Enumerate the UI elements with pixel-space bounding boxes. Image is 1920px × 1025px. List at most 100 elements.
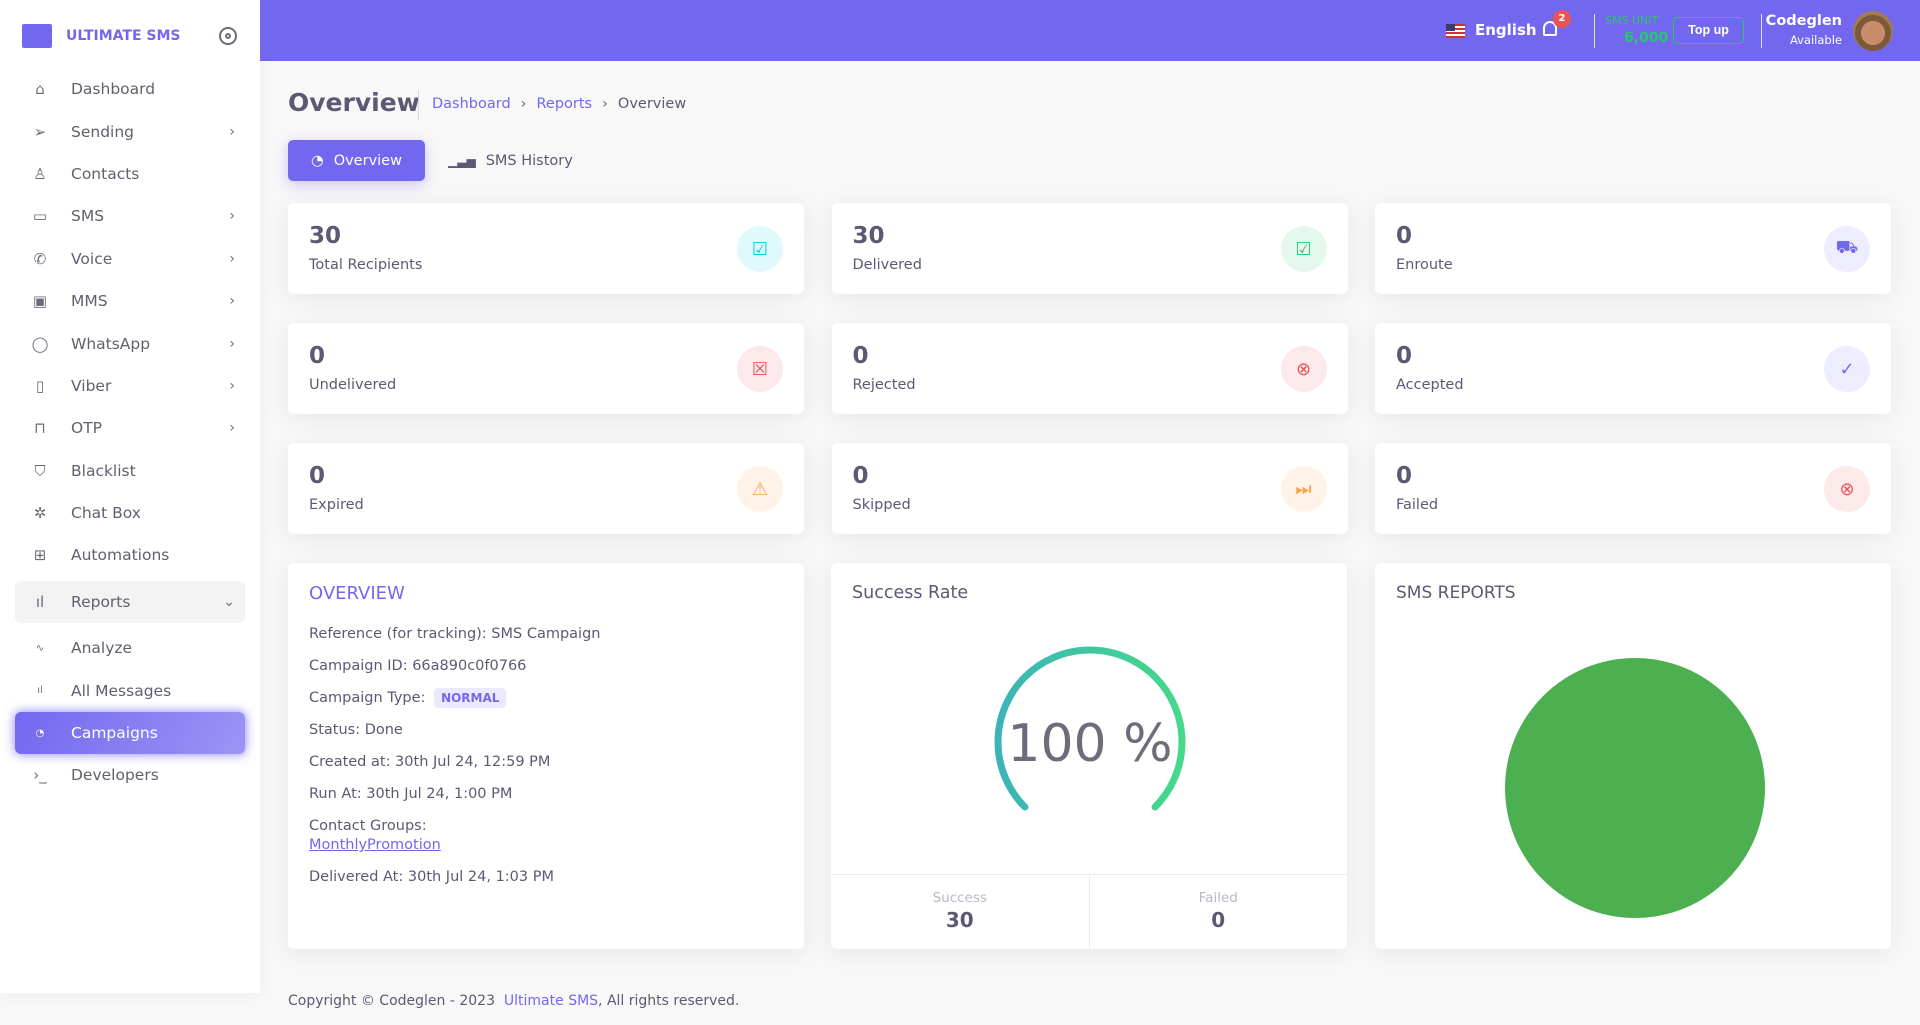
sidebar-item-viber[interactable]: ▯ Viber › — [15, 365, 245, 407]
chevron-right-icon: › — [229, 377, 235, 394]
sms-unit-value: 6,000 — [1624, 30, 1669, 46]
stat-value: 0 — [1396, 343, 1413, 369]
smartphone-icon: ▯ — [35, 376, 45, 395]
stat-card-failed: 0 Failed ⊗ — [1375, 443, 1891, 534]
message-square-icon: ▭ — [32, 207, 48, 226]
stat-card-rejected: 0 Rejected ⊗ — [831, 323, 1348, 414]
sidebar-item-developers[interactable]: ›_ Developers — [15, 754, 245, 796]
sms-reports-pie-slice[interactable] — [1505, 658, 1765, 918]
stat-card-expired: 0 Expired ⚠ — [288, 443, 804, 534]
sidebar-item-chat-box[interactable]: ✲ Chat Box — [15, 492, 245, 534]
top-up-button[interactable]: Top up — [1673, 17, 1744, 44]
sidebar-item-whatsapp[interactable]: ◯ WhatsApp › — [15, 322, 245, 364]
sidebar-nav: ⌂ Dashboard ➢ Sending › ♙ Contacts ▭ SMS › ✆ Voice ›… — [15, 68, 245, 797]
user-icon: ♙ — [33, 164, 47, 183]
sidebar-item-otp[interactable]: ⊓ OTP › — [15, 407, 245, 449]
stat-card-delivered: 30 Delivered ☑ — [831, 203, 1348, 294]
sidebar-item-contacts[interactable]: ♙ Contacts — [15, 153, 245, 195]
language-selector[interactable]: English — [1475, 21, 1537, 39]
brand-logo-icon — [22, 24, 52, 48]
user-name[interactable]: Codeglen — [1766, 13, 1842, 29]
cpu-icon: ⊞ — [33, 546, 47, 565]
sidebar-item-label: SMS — [71, 207, 105, 226]
chevron-right-icon: › — [520, 96, 527, 112]
breadcrumb-reports[interactable]: Reports — [536, 96, 592, 112]
tab-sms-history[interactable]: ▁▃▅ SMS History — [448, 140, 573, 181]
sidebar-item-label: MMS — [71, 292, 108, 311]
stat-card-total-recipients: 30 Total Recipients ☑ — [288, 203, 804, 294]
divider — [1761, 14, 1762, 48]
sms-reports-title: SMS REPORTS — [1396, 583, 1516, 603]
home-icon: ⌂ — [35, 80, 45, 99]
success-rate-gauge: 100 % — [994, 646, 1186, 811]
brand-name: ULTIMATE SMS — [66, 28, 181, 44]
chevron-right-icon: › — [229, 420, 235, 437]
phone-call-icon: ✆ — [33, 249, 47, 268]
gauge-percent: 100 % — [1007, 714, 1172, 774]
send-icon: ➢ — [33, 122, 47, 141]
divider — [418, 90, 419, 120]
sidebar-toggle-icon[interactable] — [219, 27, 237, 45]
sidebar-item-mms[interactable]: ▣ MMS › — [15, 280, 245, 322]
stat-label: Total Recipients — [309, 257, 423, 273]
tab-label: Overview — [333, 152, 402, 169]
sidebar-item-all-messages[interactable]: ıl All Messages — [15, 669, 245, 711]
sidebar-item-campaigns[interactable]: ◔ Campaigns — [15, 711, 245, 755]
x-circle-icon: ⊗ — [1280, 346, 1327, 392]
footer-suffix: , All rights reserved. — [598, 993, 740, 1009]
stat-label: Delivered — [852, 257, 922, 273]
avatar[interactable] — [1853, 11, 1893, 51]
tab-overview[interactable]: ◔ Overview — [288, 140, 425, 181]
overview-title: OVERVIEW — [309, 583, 405, 604]
chevron-right-icon: › — [229, 123, 235, 140]
x-circle-icon: ⊗ — [1824, 466, 1870, 512]
bar-chart-icon: ▁▃▅ — [448, 153, 476, 168]
brand[interactable]: ULTIMATE SMS — [22, 24, 181, 48]
skip-forward-icon: ⏭ — [1280, 466, 1327, 512]
message-circle-icon: ◯ — [31, 334, 49, 353]
stat-label: Undelivered — [309, 377, 397, 393]
sidebar-item-sms[interactable]: ▭ SMS › — [15, 195, 245, 237]
campaign-id: Campaign ID: 66a890c0f0766 — [309, 658, 527, 674]
stat-card-accepted: 0 Accepted ✓ — [1375, 323, 1891, 414]
campaign-type-badge: NORMAL — [434, 688, 507, 708]
success-label: Success — [932, 890, 987, 906]
stat-label: Failed — [1396, 497, 1439, 513]
stat-label: Expired — [309, 497, 364, 513]
stat-card-skipped: 0 Skipped ⏭ — [831, 443, 1348, 534]
sidebar-item-automations[interactable]: ⊞ Automations — [15, 534, 245, 576]
sidebar-item-label: Contacts — [71, 164, 140, 183]
check-circle-icon: ✓ — [1824, 346, 1870, 392]
sidebar-item-label: Automations — [71, 546, 170, 565]
copyright: Copyright © Codeglen - 2023 — [288, 993, 495, 1009]
chevron-right-icon: › — [229, 250, 235, 267]
created-at: Created at: 30th Jul 24, 12:59 PM — [309, 754, 551, 770]
contact-group-link[interactable]: MonthlyPromotion — [309, 837, 441, 853]
sidebar-item-label: Voice — [71, 249, 113, 268]
sidebar-item-blacklist[interactable]: ⛉ Blacklist — [15, 450, 245, 492]
failed-label: Failed — [1198, 890, 1238, 906]
stat-value: 0 — [852, 463, 869, 489]
bar-chart-icon: ıl — [35, 592, 45, 611]
sidebar-item-analyze[interactable]: ∿ Analyze — [15, 627, 245, 669]
sidebar-item-dashboard[interactable]: ⌂ Dashboard — [15, 68, 245, 110]
chevron-right-icon: › — [229, 293, 235, 310]
topbar — [260, 0, 1920, 61]
sms-reports-card: SMS REPORTS — [1375, 563, 1891, 949]
x-square-icon: ☒ — [737, 346, 783, 392]
sidebar-item-label: Dashboard — [71, 80, 156, 99]
truck-icon: ⛟ — [1824, 226, 1870, 272]
chevron-right-icon: › — [229, 208, 235, 225]
sidebar-item-reports[interactable]: ıl Reports ⌄ — [15, 580, 245, 624]
sidebar-item-label: Campaigns — [71, 724, 158, 743]
breadcrumb-dashboard[interactable]: Dashboard — [432, 96, 511, 112]
sidebar-item-sending[interactable]: ➢ Sending › — [15, 110, 245, 152]
sidebar-item-voice[interactable]: ✆ Voice › — [15, 238, 245, 280]
check-square-icon: ☑ — [1280, 226, 1327, 272]
reference: Reference (for tracking): SMS Campaign — [309, 626, 601, 642]
campaign-type-label: Campaign Type: — [309, 690, 426, 706]
chat-icon: ✲ — [33, 504, 47, 523]
success-value: 30 — [945, 908, 974, 932]
footer-link[interactable]: Ultimate SMS — [504, 993, 598, 1009]
user-status: Available — [1789, 33, 1842, 47]
